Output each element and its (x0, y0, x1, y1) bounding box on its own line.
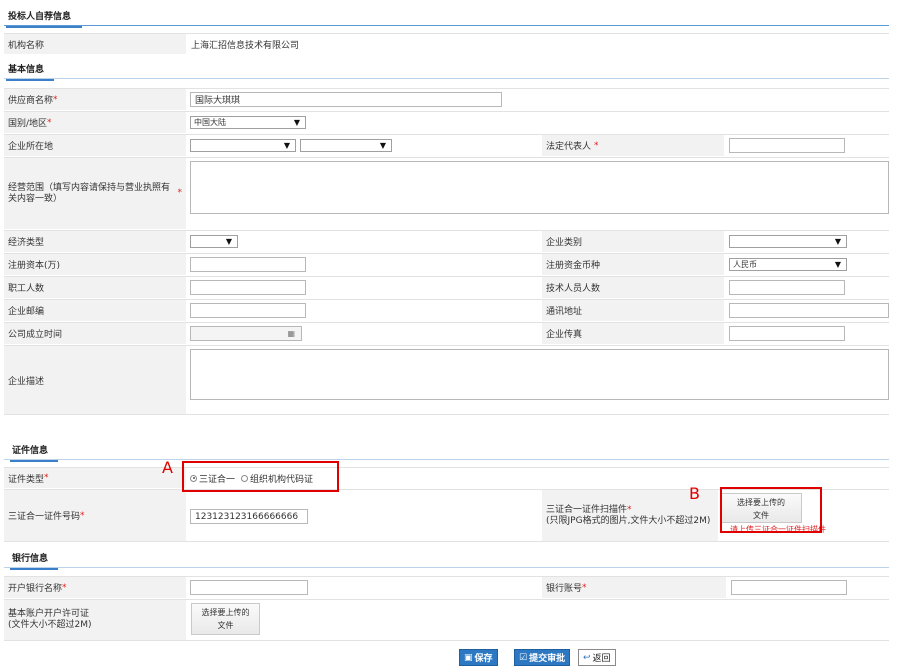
dropdown-arrow-icon: ▼ (293, 118, 300, 127)
section-title-bank: 银行信息 (10, 551, 58, 570)
bank-name-label: 开户银行名称 * (4, 577, 186, 598)
tech-staff-input[interactable] (729, 280, 845, 295)
dropdown-arrow-icon: ▼ (283, 141, 290, 150)
legal-rep-input[interactable] (729, 138, 845, 153)
economic-type-select[interactable]: ▼ (190, 235, 238, 248)
employees-input[interactable] (190, 280, 306, 295)
section-rule (4, 78, 889, 79)
dropdown-arrow-icon: ▼ (225, 237, 232, 246)
description-textarea[interactable] (190, 349, 889, 400)
reg-currency-label: 注册资金币种 (542, 254, 724, 275)
dropdown-arrow-icon: ▼ (834, 260, 841, 269)
section-rule (4, 25, 889, 26)
section-title-bidder: 投标人自荐信息 (6, 9, 82, 28)
row-location: 企业所在地 ▼ ▼ 法定代表人 * (4, 134, 889, 156)
section-underline (6, 26, 82, 28)
supplier-name-input[interactable]: 国际大琪琪 (190, 92, 502, 107)
return-icon: ↩ (583, 652, 591, 663)
row-employees: 职工人数 技术人员人数 (4, 276, 889, 298)
row-country: 国别/地区 * 中国大陆 ▼ (4, 111, 889, 133)
reg-currency-select[interactable]: 人民币 ▼ (729, 258, 847, 271)
submit-approval-button[interactable]: ☑ 提交审批 (514, 649, 571, 666)
section-title-basic: 基本信息 (6, 62, 54, 81)
edit-icon: ☑ (519, 652, 528, 663)
fax-input[interactable] (729, 326, 845, 341)
supplier-name-label: 供应商名称 * (4, 89, 186, 110)
row-business-scope: 经营范围（填写内容请保持与营业执照有关内容一致） * (4, 157, 889, 229)
fax-label: 企业传真 (542, 323, 724, 344)
permit-label: 基本账户开户许可证 (文件大小不超过2M) (4, 600, 186, 640)
bank-name-input[interactable] (190, 580, 308, 595)
bank-account-label: 银行账号 * (542, 577, 726, 598)
section-underline (10, 568, 58, 570)
permit-upload-button[interactable]: 选择要上传的 文件 (191, 603, 260, 635)
annotation-a: A (162, 458, 173, 477)
description-label: 企业描述 (4, 346, 186, 414)
cert-number-label: 三证合一证件号码 * (4, 490, 186, 541)
annotation-b: B (689, 484, 700, 503)
org-name-value: 上海汇招信息技术有限公司 (191, 40, 300, 51)
row-permit: 基本账户开户许可证 (文件大小不超过2M) 选择要上传的 文件 (4, 599, 889, 641)
bank-account-input[interactable] (731, 580, 847, 595)
annotation-box-a (182, 461, 339, 492)
row-cert-type: 证件类型 * 三证合一 组织机构代码证 (4, 467, 889, 488)
address-input[interactable] (729, 303, 889, 318)
row-founded: 公司成立时间 ▦ 企业传真 (4, 322, 889, 344)
location-label: 企业所在地 (4, 135, 186, 156)
save-button[interactable]: ▣ 保存 (459, 649, 498, 666)
org-name-label: 机构名称 (4, 34, 186, 54)
calendar-icon[interactable]: ▦ (287, 329, 295, 338)
postcode-label: 企业邮编 (4, 300, 186, 321)
postcode-input[interactable] (190, 303, 306, 318)
row-org-name: 机构名称 上海汇招信息技术有限公司 (4, 33, 889, 54)
row-postcode: 企业邮编 通讯地址 (4, 299, 889, 321)
section-rule (4, 459, 889, 460)
company-type-label: 企业类别 (542, 231, 724, 252)
save-icon: ▣ (464, 652, 473, 663)
founded-label: 公司成立时间 (4, 323, 186, 344)
dropdown-arrow-icon: ▼ (379, 141, 386, 150)
section-underline (6, 79, 54, 81)
row-supplier-name: 供应商名称 * 国际大琪琪 (4, 88, 889, 110)
province-select[interactable]: ▼ (190, 139, 296, 152)
tech-staff-label: 技术人员人数 (542, 277, 724, 298)
country-label: 国别/地区 * (4, 112, 186, 133)
annotation-box-b (720, 487, 822, 533)
dropdown-arrow-icon: ▼ (834, 237, 841, 246)
cert-type-label: 证件类型 * (4, 468, 186, 488)
legal-rep-label: 法定代表人 * (542, 135, 724, 156)
cert-number-input[interactable]: 123123123166666666 (190, 509, 308, 524)
founded-date-input[interactable]: ▦ (190, 326, 302, 341)
city-select[interactable]: ▼ (300, 139, 392, 152)
company-type-select[interactable]: ▼ (729, 235, 847, 248)
row-reg-capital: 注册资本(万) 注册资金币种 人民币 ▼ (4, 253, 889, 275)
reg-capital-input[interactable] (190, 257, 306, 272)
business-scope-label: 经营范围（填写内容请保持与营业执照有关内容一致） * (4, 158, 186, 229)
row-bank-name: 开户银行名称 * 银行账号 * (4, 576, 889, 598)
section-title-cert: 证件信息 (10, 443, 58, 462)
business-scope-textarea[interactable] (190, 161, 889, 214)
address-label: 通讯地址 (542, 300, 724, 321)
economic-type-label: 经济类型 (4, 231, 186, 252)
row-description: 企业描述 (4, 345, 889, 415)
employees-label: 职工人数 (4, 277, 186, 298)
country-select[interactable]: 中国大陆 ▼ (190, 116, 306, 129)
reg-capital-label: 注册资本(万) (4, 254, 186, 275)
back-button[interactable]: ↩ 返回 (578, 649, 616, 666)
section-rule (4, 567, 889, 568)
section-underline (10, 460, 58, 462)
row-economic-type: 经济类型 ▼ 企业类别 ▼ (4, 230, 889, 252)
